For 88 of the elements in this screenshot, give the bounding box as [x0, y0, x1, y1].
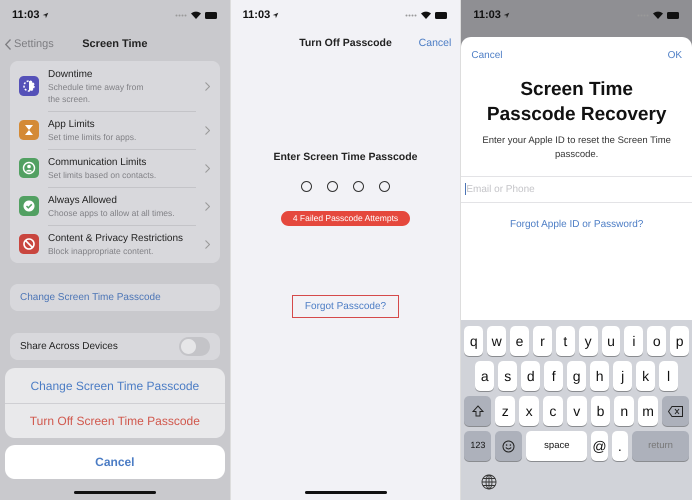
keyboard-key[interactable]: k — [636, 361, 656, 391]
wifi-icon — [653, 11, 664, 19]
cancel-button[interactable]: Cancel — [5, 445, 225, 479]
row-subtitle: Schedule time away from the screen. — [48, 80, 144, 104]
globe-icon[interactable] — [481, 474, 498, 490]
row-subtitle: Block inappropriate content. — [48, 245, 154, 257]
keyboard-key[interactable]: n — [614, 396, 634, 426]
settings-row[interactable]: Communication Limits Set limits based on contacts. — [10, 149, 220, 187]
row-title: Downtime — [48, 68, 94, 80]
keyboard-key[interactable]: o — [647, 326, 666, 356]
shift-key[interactable] — [464, 396, 492, 426]
battery-icon — [204, 12, 218, 18]
settings-row[interactable]: Downtime Schedule time away from the screen. — [10, 61, 220, 111]
keyboard-key[interactable]: u — [602, 326, 620, 356]
numbers-key[interactable]: 123 — [464, 431, 492, 461]
status-time: 11:03 — [242, 8, 270, 23]
toggle-label: Share Across Devices — [20, 340, 118, 354]
keyboard-key[interactable]: j — [613, 361, 632, 391]
passcode-prompt: Enter Screen Time Passcode — [274, 150, 418, 165]
forgot-passcode-link[interactable]: Forgot Passcode? — [292, 294, 400, 318]
ok-button[interactable]: OK — [668, 48, 682, 63]
forgot-apple-id-link[interactable]: Forgot Apple ID or Password? — [510, 217, 644, 232]
row-title: Content & Privacy Restrictions — [48, 232, 184, 245]
keyboard-key[interactable]: c — [542, 396, 563, 426]
keyboard-key[interactable]: e — [510, 326, 529, 356]
backspace-icon — [668, 406, 684, 416]
keyboard-key[interactable]: h — [590, 361, 610, 391]
cancel-button[interactable]: Cancel — [471, 48, 502, 63]
wifi-icon — [421, 11, 432, 19]
keyboard-key[interactable]: r — [532, 326, 552, 356]
keyboard-key[interactable]: l — [659, 361, 678, 391]
screen-title: Turn Off Passcode — [299, 36, 392, 52]
chevron-icon — [204, 164, 210, 172]
screen-title: Screen Time — [82, 36, 148, 52]
keyboard-key[interactable]: b — [590, 396, 610, 426]
sheet-description: Enter your Apple ID to reset the Screen Time passcode. — [482, 134, 672, 162]
chevron-icon — [204, 126, 210, 134]
keyboard-key[interactable]: x — [519, 396, 539, 426]
location-icon — [272, 12, 280, 18]
keyboard-key[interactable]: y — [578, 326, 598, 356]
chevron-icon — [204, 82, 210, 90]
wifi-icon — [190, 11, 201, 19]
settings-row[interactable]: Content & Privacy Restrictions Block inappropriate content. — [10, 225, 220, 263]
settings-row[interactable]: App Limits Set time limits for apps. — [10, 111, 220, 149]
keyboard-key[interactable]: . — [612, 431, 628, 461]
battery-icon — [667, 12, 680, 18]
cancel-button[interactable]: Cancel — [418, 36, 452, 52]
space-key[interactable]: space — [526, 431, 588, 461]
email-field[interactable]: Email or Phone — [461, 176, 692, 203]
settings-row[interactable]: Always Allowed Choose apps to allow at all times. — [10, 187, 220, 225]
location-icon — [42, 12, 49, 18]
row-title: Communication Limits — [48, 156, 148, 169]
text-cursor — [465, 183, 466, 195]
row-subtitle: Set time limits for apps. — [48, 131, 138, 143]
back-chevron-icon — [5, 38, 11, 50]
row-subtitle: Choose apps to allow at all times. — [48, 207, 176, 219]
keyboard-key[interactable]: f — [544, 361, 564, 391]
keyboard-key[interactable]: q — [464, 326, 484, 356]
chevron-icon — [204, 202, 210, 210]
keyboard-key[interactable]: @ — [591, 431, 608, 461]
location-icon — [502, 12, 510, 18]
row-title: Always Allowed — [48, 194, 118, 207]
keyboard-key[interactable]: m — [638, 396, 658, 426]
keyboard-key[interactable]: s — [498, 361, 518, 391]
error-badge: 4 Failed Passcode Attempts — [280, 210, 410, 226]
signal-icon — [174, 14, 187, 16]
keyboard-key[interactable]: g — [567, 361, 586, 391]
keyboard-key[interactable]: d — [521, 361, 540, 391]
signal-icon — [405, 14, 418, 16]
emoji-key[interactable] — [495, 431, 522, 461]
status-time: 11:03 — [12, 8, 40, 23]
keyboard-key[interactable]: t — [556, 326, 575, 356]
keyboard-key[interactable]: v — [566, 396, 587, 426]
status-time: 11:03 — [473, 8, 501, 23]
battery-icon — [435, 12, 448, 18]
shift-arrow-icon — [472, 405, 484, 417]
keyboard-key[interactable]: a — [475, 361, 494, 391]
row-title: App Limits — [48, 118, 96, 131]
keyboard-key[interactable]: p — [670, 326, 690, 356]
chevron-icon — [204, 240, 210, 248]
row-subtitle: Set limits based on contacts. — [48, 169, 158, 181]
keyboard-key[interactable]: i — [624, 326, 644, 356]
keyboard-key[interactable]: w — [487, 326, 506, 356]
delete-key[interactable] — [662, 396, 690, 426]
keyboard-key[interactable]: z — [495, 396, 516, 426]
smiley-icon — [502, 440, 516, 452]
toggle-switch[interactable] — [178, 337, 210, 356]
sheet-title: Screen Time Passcode Recovery — [486, 78, 668, 127]
